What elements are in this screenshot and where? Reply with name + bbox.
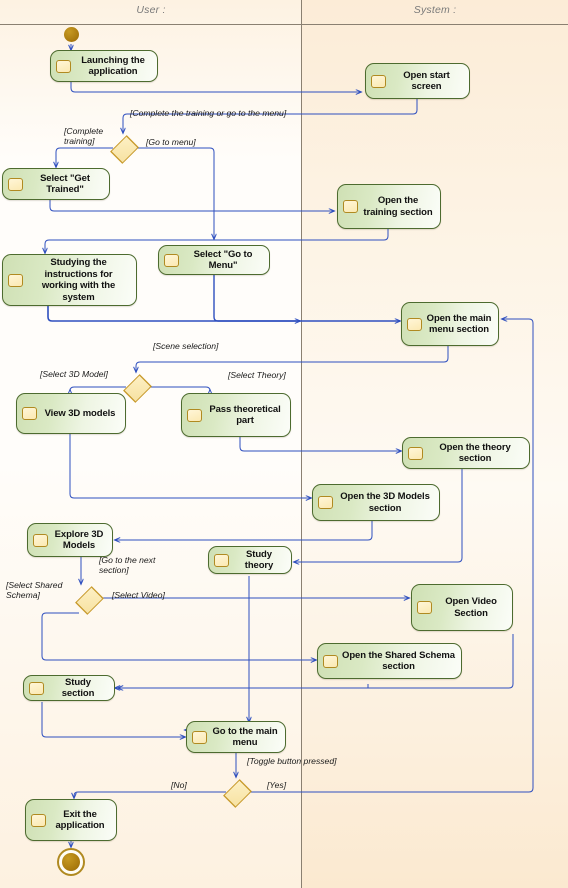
action-icon (8, 177, 23, 191)
guard-select-video: [Select Video] (112, 590, 165, 600)
action-studying-the-instructions[interactable]: Studying the instructions for working wi… (2, 254, 137, 306)
guard-go-to-the-next-section: [Go to the next section] (99, 555, 156, 575)
action-icon (29, 681, 44, 695)
action-icon (56, 59, 71, 73)
action-icon (408, 446, 423, 460)
action-icon (371, 74, 386, 88)
action-select-go-to-menu[interactable]: Select "Go to Menu" (158, 245, 270, 275)
initial-node (64, 27, 79, 42)
guard-scene-selection: [Scene selection] (153, 341, 219, 351)
final-node (57, 848, 85, 876)
action-icon (8, 273, 23, 287)
action-icon (407, 317, 422, 331)
action-pass-theoretical-part[interactable]: Pass theoretical part (181, 393, 291, 437)
action-icon (187, 408, 202, 422)
action-select-get-trained[interactable]: Select "Get Trained" (2, 168, 110, 200)
action-open-video-section[interactable]: Open Video Section (411, 584, 513, 631)
action-launching-the-application[interactable]: Launching the application (50, 50, 158, 82)
action-go-to-the-main-menu[interactable]: Go to the main menu (186, 721, 286, 753)
action-icon (323, 654, 338, 668)
decision-training-or-menu[interactable] (109, 133, 139, 164)
action-open-the-main-menu-section[interactable]: Open the main menu section (401, 302, 499, 346)
action-icon (33, 533, 48, 547)
guard-select-3d-model: [Select 3D Model] (40, 369, 108, 379)
action-icon (22, 407, 37, 420)
action-icon (164, 253, 179, 267)
action-icon (214, 553, 229, 567)
action-study-section[interactable]: Study section (23, 675, 115, 701)
guard-no: [No] (171, 780, 187, 790)
decision-section-selection[interactable] (74, 584, 104, 615)
guard-yes: [Yes] (267, 780, 287, 790)
guard-select-theory: [Select Theory] (228, 370, 286, 380)
action-explore-3d-models[interactable]: Explore 3D Models (27, 523, 113, 557)
guard-toggle-button-pressed: [Toggle button pressed] (247, 756, 337, 766)
activity-diagram-canvas: User : System : Launching the applicatio… (0, 0, 568, 888)
guard-select-shared-schema: [Select Shared Schema] (6, 580, 63, 600)
action-icon (192, 730, 207, 744)
action-open-the-theory-section[interactable]: Open the theory section (402, 437, 530, 469)
guard-complete-training: [Complete training] (64, 126, 104, 146)
decision-toggle-button-pressed[interactable] (222, 777, 252, 808)
decision-scene-selection[interactable] (122, 372, 152, 403)
action-exit-the-application[interactable]: Exit the application (25, 799, 117, 841)
action-icon (31, 813, 46, 827)
action-study-theory[interactable]: Study theory (208, 546, 292, 574)
action-open-the-training-section[interactable]: Open the training section (337, 184, 441, 229)
guard-complete-training-or-go-to-menu: [Complete the training or go to the menu… (130, 108, 287, 118)
action-open-start-screen[interactable]: Open start screen (365, 63, 470, 99)
action-open-the-shared-schema-section[interactable]: Open the Shared Schema section (317, 643, 462, 679)
action-open-the-3d-models-section[interactable]: Open the 3D Models section (312, 484, 440, 521)
action-icon (343, 200, 358, 213)
action-icon (318, 496, 333, 509)
guard-go-to-menu: [Go to menu] (146, 137, 196, 147)
action-view-3d-models[interactable]: View 3D models (16, 393, 126, 434)
action-icon (417, 601, 432, 614)
